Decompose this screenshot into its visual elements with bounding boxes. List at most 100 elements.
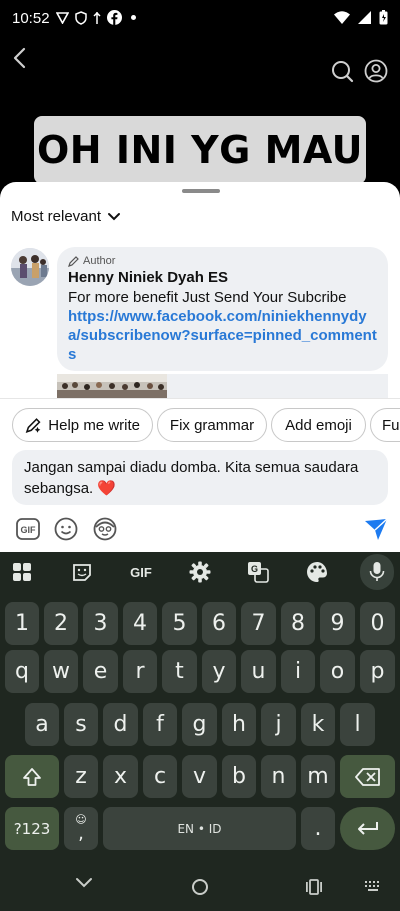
comment-input-text: Jangan sampai diadu domba. Kita semua sa… [24, 459, 359, 497]
key-s[interactable]: s [64, 703, 98, 746]
key-k[interactable]: k [301, 703, 335, 746]
svg-text:G: G [251, 564, 258, 574]
translate-icon[interactable]: G [246, 560, 270, 584]
author-badge-label: Author [83, 255, 116, 267]
symbols-key[interactable]: ?123 [5, 807, 59, 850]
pinned-comment[interactable]: Author Henny Niniek Dyah ES For more ben… [57, 247, 388, 371]
key-e[interactable]: e [83, 650, 118, 693]
key-a[interactable]: a [25, 703, 59, 746]
key-4[interactable]: 4 [123, 602, 157, 645]
mic-icon [369, 562, 385, 581]
hide-keyboard-icon[interactable] [75, 877, 93, 889]
keyboard-switch-icon[interactable] [365, 881, 381, 893]
sort-label: Most relevant [11, 208, 102, 225]
chip-more-label: Fu [382, 416, 400, 434]
composer-tools: GIF [0, 512, 400, 546]
grid-icon[interactable] [10, 560, 34, 584]
key-v[interactable]: v [182, 755, 217, 798]
key-b[interactable]: b [222, 755, 256, 798]
sticker-icon[interactable] [70, 560, 94, 584]
key-r[interactable]: r [123, 650, 157, 693]
backspace-icon [354, 767, 380, 786]
sheet-drag-handle[interactable] [182, 189, 220, 193]
enter-key[interactable] [340, 807, 395, 850]
key-z[interactable]: z [64, 755, 98, 798]
key-x[interactable]: x [103, 755, 138, 798]
key-w[interactable]: w [44, 650, 78, 693]
gif-icon[interactable]: GIF [126, 560, 156, 584]
comment-link[interactable]: https://www.facebook.com/niniekhennydya/… [68, 307, 377, 364]
key-j[interactable]: j [261, 703, 296, 746]
search-icon[interactable] [330, 59, 354, 83]
video-caption: OH INI YG MAU [34, 116, 366, 184]
send-icon[interactable] [364, 517, 388, 541]
key-d[interactable]: d [103, 703, 138, 746]
key-i[interactable]: i [281, 650, 315, 693]
shift-key[interactable] [5, 755, 59, 798]
home-icon[interactable] [191, 878, 209, 896]
avatar[interactable] [11, 248, 49, 286]
backspace-key[interactable] [340, 755, 395, 798]
chip-fix-grammar[interactable]: Fix grammar [157, 408, 267, 442]
key-p[interactable]: p [360, 650, 395, 693]
ai-suggestions-bar: Help me write Fix grammar Add emoji Fu [0, 398, 400, 450]
comments-sheet: Most relevant Author Henny Niniek Dyah E… [0, 182, 400, 552]
period-key[interactable]: . [301, 807, 335, 850]
magic-pencil-icon [25, 418, 41, 433]
chip-add-emoji[interactable]: Add emoji [271, 408, 366, 442]
comment-author[interactable]: Henny Niniek Dyah ES [68, 269, 377, 286]
status-notification-icons [56, 10, 136, 25]
key-n[interactable]: n [261, 755, 296, 798]
palette-icon[interactable] [305, 560, 329, 584]
key-h[interactable]: h [222, 703, 256, 746]
keyboard: GIF G 1 2 3 4 5 6 7 8 9 0 q w e r t y u … [0, 552, 400, 860]
key-o[interactable]: o [320, 650, 355, 693]
key-9[interactable]: 9 [320, 602, 355, 645]
key-u[interactable]: u [241, 650, 276, 693]
emoji-icon[interactable] [53, 516, 79, 542]
key-5[interactable]: 5 [162, 602, 197, 645]
mic-button[interactable] [360, 554, 394, 590]
chip-more[interactable]: Fu [370, 408, 400, 442]
status-bar: 10:52 [0, 0, 400, 38]
usb-icon [93, 11, 101, 24]
chevron-down-icon [108, 212, 121, 220]
battery-icon [379, 10, 388, 25]
key-f[interactable]: f [143, 703, 177, 746]
key-8[interactable]: 8 [281, 602, 315, 645]
comma-key[interactable]: ☺ , [64, 807, 98, 850]
key-t[interactable]: t [162, 650, 197, 693]
recents-icon[interactable] [305, 879, 323, 895]
key-2[interactable]: 2 [44, 602, 78, 645]
key-6[interactable]: 6 [202, 602, 236, 645]
avatar-sticker-icon[interactable] [92, 516, 118, 542]
key-l[interactable]: l [340, 703, 375, 746]
settings-icon[interactable] [188, 560, 212, 584]
key-1[interactable]: 1 [5, 602, 39, 645]
key-0[interactable]: 0 [360, 602, 395, 645]
key-c[interactable]: c [143, 755, 177, 798]
comma-label: , [78, 823, 84, 844]
chip-add-emoji-label: Add emoji [285, 416, 352, 434]
navigation-bar [0, 860, 400, 911]
sort-dropdown[interactable]: Most relevant [11, 208, 121, 225]
key-7[interactable]: 7 [241, 602, 276, 645]
video-background[interactable]: OH INI YG MAU [0, 38, 400, 188]
space-key[interactable]: EN • ID [103, 807, 296, 850]
gif-button-icon[interactable]: GIF [15, 516, 41, 542]
profile-icon[interactable] [364, 59, 388, 83]
wifi-icon [334, 11, 350, 24]
key-q[interactable]: q [5, 650, 39, 693]
chip-help-me-write[interactable]: Help me write [12, 408, 153, 442]
enter-icon [357, 821, 378, 835]
chip-help-me-write-label: Help me write [48, 416, 140, 434]
key-g[interactable]: g [182, 703, 217, 746]
link-preview-image[interactable] [57, 374, 167, 398]
pencil-icon [68, 255, 79, 267]
key-y[interactable]: y [202, 650, 236, 693]
key-m[interactable]: m [301, 755, 335, 798]
status-system-icons [334, 10, 388, 25]
back-icon[interactable] [10, 46, 32, 70]
key-3[interactable]: 3 [83, 602, 118, 645]
comment-input[interactable]: Jangan sampai diadu domba. Kita semua sa… [12, 450, 388, 505]
